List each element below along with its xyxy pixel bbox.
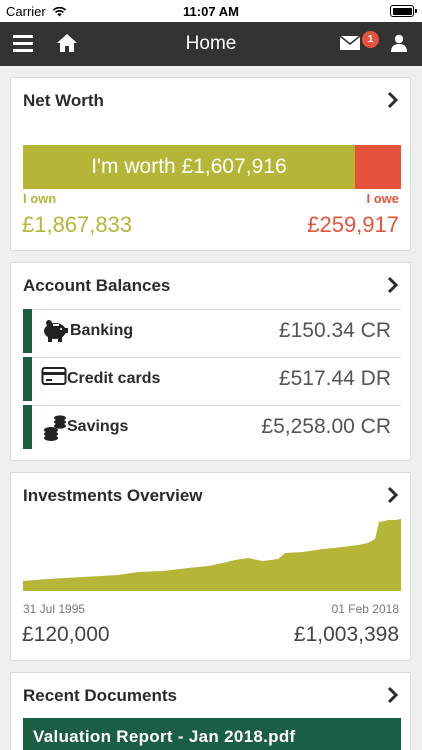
investments-area: [23, 519, 401, 591]
net-worth-owe-segment: [354, 145, 401, 189]
investments-start-date: 31 Jul 1995: [23, 602, 86, 616]
credit-card-icon: [41, 367, 67, 385]
recent-documents-card: Recent Documents Valuation Report - Jan …: [10, 672, 411, 750]
investments-end-date: 01 Feb 2018: [331, 602, 399, 616]
chevron-right-icon[interactable]: [387, 686, 399, 704]
investments-title: Investments Overview: [23, 486, 203, 505]
net-worth-card[interactable]: Net Worth I'm worth £1,607,916 I own I o…: [10, 77, 411, 251]
account-label: Savings: [67, 418, 129, 435]
message-count-badge: 1: [362, 31, 379, 48]
chevron-right-icon[interactable]: [387, 91, 399, 109]
own-amount: £1,867,833: [22, 212, 133, 237]
own-label: I own: [23, 191, 57, 206]
net-worth-title: Net Worth: [23, 91, 104, 110]
envelope-icon: [339, 35, 361, 50]
battery-icon: [390, 5, 417, 17]
chevron-right-icon[interactable]: [387, 276, 399, 294]
investments-end-value: £1,003,398: [293, 623, 399, 646]
navigation-bar: Home 1: [0, 22, 422, 66]
owe-amount: £259,917: [307, 212, 399, 237]
chevron-right-icon[interactable]: [387, 486, 399, 504]
document-name: Valuation Report - Jan 2018.pdf: [33, 727, 296, 746]
investments-area-chart: [23, 519, 401, 591]
recent-documents-title: Recent Documents: [23, 686, 177, 705]
account-row-savings[interactable]: Savings £5,258.00 CR: [23, 405, 401, 449]
status-bar: Carrier 11:07 AM: [0, 0, 422, 22]
account-label: Banking: [70, 322, 134, 339]
account-row-credit-cards[interactable]: Credit cards £517.44 DR: [23, 357, 401, 401]
person-icon: [391, 34, 407, 52]
account-value: £150.34 CR: [278, 319, 391, 342]
piggy-bank-icon: [44, 320, 68, 342]
coins-icon: [44, 415, 66, 441]
messages-button[interactable]: 1: [339, 31, 379, 56]
investments-card[interactable]: Investments Overview 31 Jul 1995 01 Feb …: [10, 472, 411, 661]
account-label: Credit cards: [67, 370, 161, 387]
account-value: £5,258.00 CR: [261, 415, 391, 438]
account-value: £517.44 DR: [278, 367, 391, 390]
account-row-banking[interactable]: Banking £150.34 CR: [23, 309, 401, 353]
account-balances-title: Account Balances: [23, 276, 171, 295]
account-balances-card: Account Balances Banking £150.34 CR Cred…: [10, 262, 411, 461]
owe-label: I owe: [366, 191, 399, 206]
net-worth-own-segment: I'm worth £1,607,916: [23, 145, 355, 189]
net-worth-bar: I'm worth £1,607,916: [23, 145, 401, 189]
profile-button[interactable]: [391, 34, 407, 57]
document-item[interactable]: Valuation Report - Jan 2018.pdf: [23, 718, 401, 750]
investments-start-value: £120,000: [22, 623, 110, 646]
status-time: 11:07 AM: [183, 4, 239, 19]
